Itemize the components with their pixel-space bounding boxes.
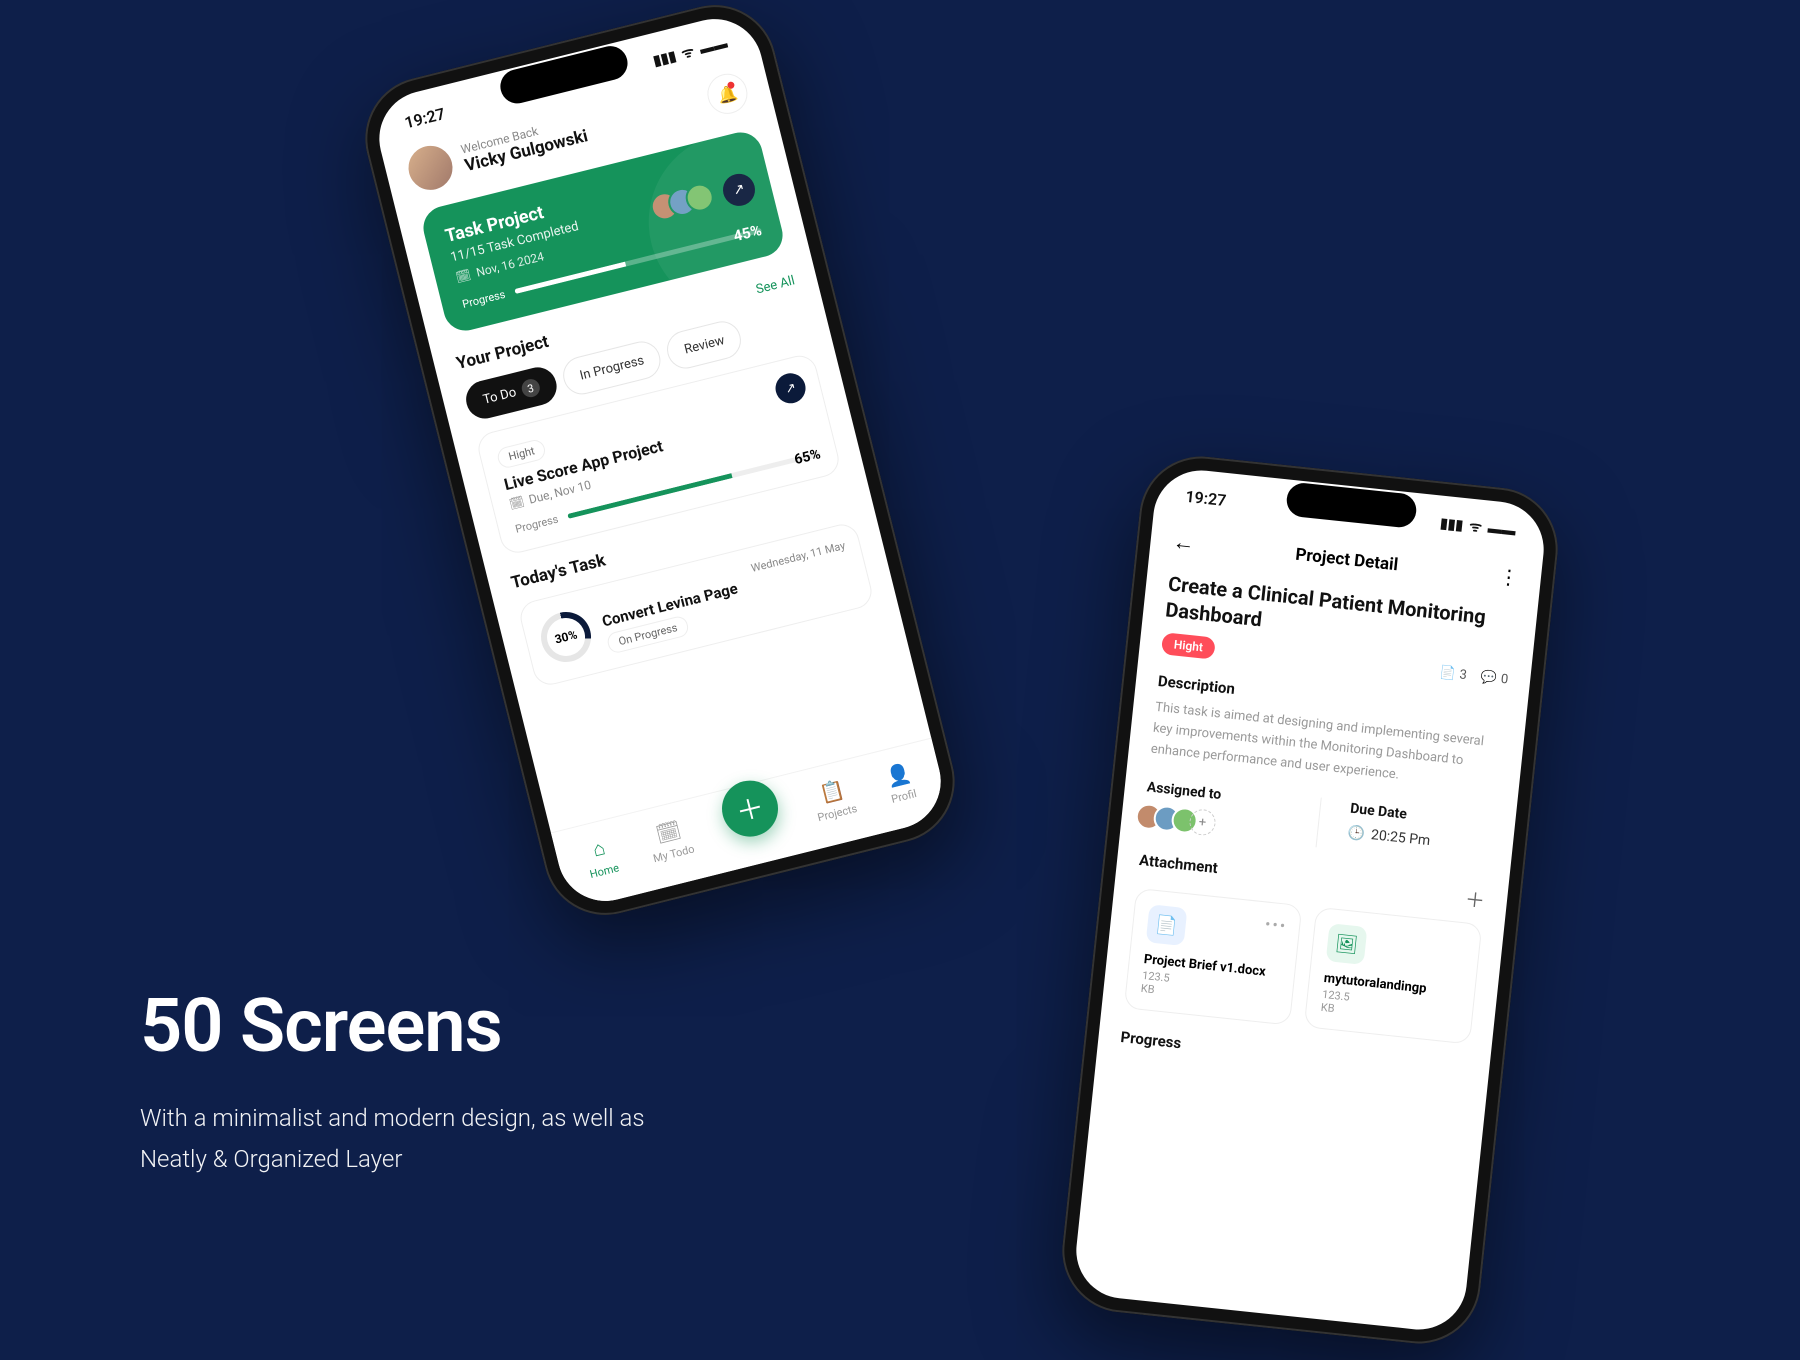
more-button[interactable]: ⋮ — [1498, 564, 1520, 590]
progress-percent: 65% — [793, 446, 823, 468]
status-time: 19:27 — [1185, 487, 1228, 510]
progress-percent: 45% — [732, 221, 764, 245]
progress-label: Progress — [461, 288, 507, 311]
marketing-line2: Neatly & Organized Layer — [140, 1139, 644, 1180]
assigned-avatars[interactable]: + — [1142, 804, 1287, 845]
wifi-icon: ᯤ — [1468, 517, 1483, 537]
priority-badge: Hight — [1161, 632, 1216, 659]
see-all-link[interactable]: See All — [754, 273, 796, 297]
notifications-button[interactable]: 🔔 — [703, 70, 751, 118]
marketing-block: 50 Screens With a minimalist and modern … — [140, 983, 644, 1180]
open-arrow-button[interactable]: ↗ — [720, 170, 759, 209]
marketing-headline: 50 Screens — [140, 983, 644, 1070]
divider — [1315, 798, 1321, 848]
chip-count-badge: 3 — [520, 377, 542, 399]
attachment-card[interactable]: 🖼 mytutoralandingp 123.5 KB — [1304, 907, 1483, 1045]
person-icon: 👤 — [883, 760, 913, 789]
calendar-icon: 🗓 — [653, 817, 683, 846]
chip-todo[interactable]: To Do 3 — [462, 363, 560, 422]
signal-icon: ▮▮▮ — [651, 48, 677, 69]
calendar-icon: 🗓 — [454, 267, 472, 284]
progress-ring: 30% — [536, 607, 597, 668]
wifi-icon: ᯤ — [679, 42, 696, 64]
comments-meta[interactable]: 💬 0 — [1480, 669, 1509, 687]
nav-profil[interactable]: 👤 Profil — [883, 759, 918, 805]
avatar[interactable] — [404, 141, 457, 194]
progress-label: Progress — [514, 513, 560, 536]
chip-in-progress[interactable]: In Progress — [559, 337, 665, 398]
nav-projects[interactable]: 📋 Projects — [809, 774, 858, 824]
fab-add-button[interactable]: ＋ — [716, 775, 784, 843]
add-attachment-button[interactable]: ＋ — [1464, 884, 1487, 915]
comment-icon: 💬 — [1480, 669, 1498, 686]
back-button[interactable]: ← — [1171, 529, 1196, 557]
image-icon: 🖼 — [1326, 924, 1368, 966]
signal-icon: ▮▮▮ — [1439, 515, 1464, 533]
page-title: Project Detail — [1294, 545, 1399, 576]
attachments-meta[interactable]: 📄 3 — [1439, 665, 1468, 683]
member-avatar — [683, 181, 717, 215]
task-card-avatars[interactable] — [658, 181, 717, 221]
marketing-line1: With a minimalist and modern design, as … — [140, 1098, 644, 1139]
attachment-card[interactable]: ••• 📄 Project Brief v1.docx 123.5 KB — [1124, 888, 1303, 1026]
nav-home[interactable]: ⌂ Home — [581, 833, 620, 881]
home-icon: ⌂ — [590, 835, 608, 862]
nav-mytodo[interactable]: 🗓 My Todo — [645, 815, 696, 865]
file-icon: 📄 — [1439, 665, 1457, 682]
clock-icon: 🕒 — [1347, 825, 1366, 843]
attachment-heading: Attachment — [1138, 851, 1218, 877]
member-avatar — [648, 189, 682, 223]
clipboard-icon: 📋 — [817, 776, 847, 805]
status-time: 19:27 — [403, 104, 447, 132]
battery-icon: ▬▬ — [1487, 520, 1517, 540]
due-date-value: 20:25 Pm — [1370, 827, 1431, 849]
chip-review[interactable]: Review — [663, 317, 745, 372]
add-member-button[interactable]: + — [1188, 808, 1217, 837]
phone-mockup-home: 19:27 ▮▮▮ ᯤ ▬▬ Welcome Back Vicky Gulgow… — [352, 0, 968, 928]
attachment-more-icon[interactable]: ••• — [1264, 915, 1288, 936]
battery-icon: ▬▬ — [698, 35, 729, 58]
progress-ring-value: 30% — [553, 627, 578, 646]
document-icon: 📄 — [1146, 905, 1188, 947]
phone-mockup-detail: 19:27 ▮▮▮ ᯤ ▬▬ ← Project Detail ⋮ Create… — [1056, 450, 1564, 1349]
member-avatar — [665, 185, 699, 219]
calendar-icon: 🗓 — [508, 494, 526, 511]
bottom-nav: ⌂ Home 🗓 My Todo ＋ 📋 Projects 👤 Profil — [551, 738, 951, 911]
